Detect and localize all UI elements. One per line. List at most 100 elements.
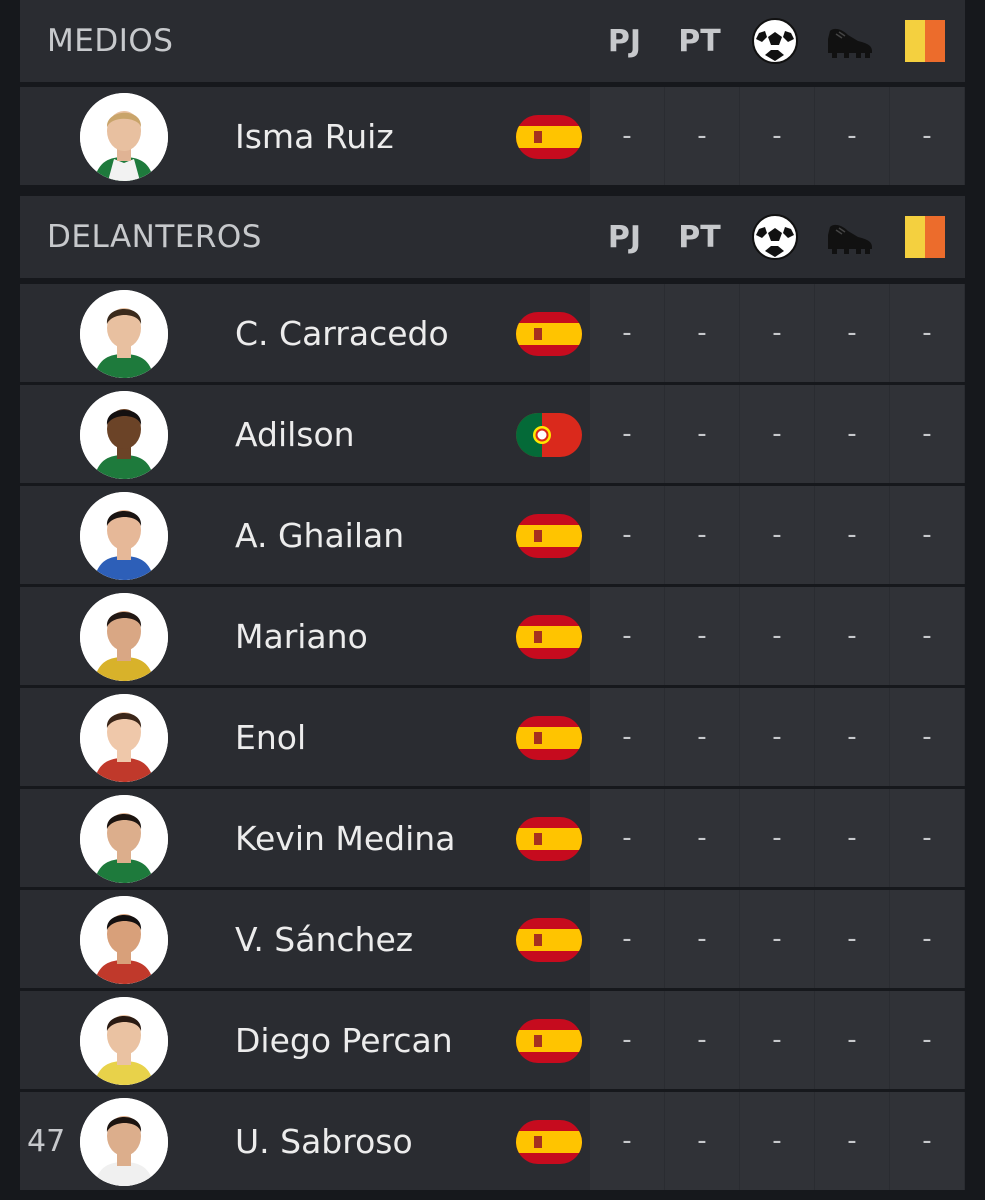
stat-pt: - bbox=[665, 991, 739, 1089]
stat-pt: - bbox=[665, 1092, 739, 1190]
section-title: DELANTEROS bbox=[47, 219, 262, 255]
soccer-ball-icon[interactable] bbox=[737, 0, 812, 82]
player-row[interactable]: Isma Ruiz - - - - - bbox=[20, 87, 965, 185]
spain-flag-icon bbox=[516, 817, 582, 861]
player-row[interactable]: Diego Percan - - - - - bbox=[20, 991, 965, 1089]
stat-goals: - bbox=[740, 587, 814, 685]
stat-pt: - bbox=[665, 789, 739, 887]
spain-flag-icon bbox=[516, 1019, 582, 1063]
player-avatar bbox=[80, 997, 168, 1085]
spain-flag-icon bbox=[516, 312, 582, 356]
stat-goals: - bbox=[740, 789, 814, 887]
player-avatar bbox=[80, 93, 168, 181]
stat-assists: - bbox=[815, 284, 889, 382]
stat-goals: - bbox=[740, 486, 814, 584]
player-avatar bbox=[80, 391, 168, 479]
player-avatar bbox=[80, 795, 168, 883]
stat-pj: - bbox=[590, 284, 664, 382]
player-avatar bbox=[80, 1098, 168, 1186]
player-row[interactable]: V. Sánchez - - - - - bbox=[20, 890, 965, 988]
spain-flag-icon bbox=[516, 115, 582, 159]
col-header-pj[interactable]: PJ bbox=[587, 196, 662, 278]
player-row[interactable]: 47 U. Sabroso - - - - - bbox=[20, 1092, 965, 1190]
stat-assists: - bbox=[815, 890, 889, 988]
stat-pt: - bbox=[665, 688, 739, 786]
player-name[interactable]: Enol bbox=[235, 688, 306, 786]
section-header-medios: MEDIOS PJ PT bbox=[20, 0, 965, 82]
stat-assists: - bbox=[815, 789, 889, 887]
spain-flag-icon bbox=[516, 918, 582, 962]
stat-pt: - bbox=[665, 587, 739, 685]
stat-cards: - bbox=[890, 789, 964, 887]
squad-stats-table: MEDIOS PJ PT Isma Ruiz - - - - - DELANTE… bbox=[0, 0, 985, 1200]
stat-pt: - bbox=[665, 284, 739, 382]
stat-pt: - bbox=[665, 385, 739, 483]
stat-cards: - bbox=[890, 87, 964, 185]
stat-assists: - bbox=[815, 486, 889, 584]
stat-pt: - bbox=[665, 486, 739, 584]
spain-flag-icon bbox=[516, 1120, 582, 1164]
col-header-pt[interactable]: PT bbox=[662, 0, 737, 82]
col-header-pt[interactable]: PT bbox=[662, 196, 737, 278]
stat-cards: - bbox=[890, 385, 964, 483]
player-name[interactable]: Diego Percan bbox=[235, 991, 453, 1089]
stat-cards: - bbox=[890, 284, 964, 382]
stat-goals: - bbox=[740, 1092, 814, 1190]
player-avatar bbox=[80, 896, 168, 984]
stat-goals: - bbox=[740, 87, 814, 185]
stat-assists: - bbox=[815, 1092, 889, 1190]
section-title: MEDIOS bbox=[47, 23, 174, 59]
spain-flag-icon bbox=[516, 615, 582, 659]
yellow-red-card-icon[interactable] bbox=[887, 196, 962, 278]
football-boot-icon[interactable] bbox=[812, 0, 887, 82]
player-number: 47 bbox=[27, 1123, 66, 1159]
stat-pj: - bbox=[590, 587, 664, 685]
stat-assists: - bbox=[815, 385, 889, 483]
stat-pj: - bbox=[590, 890, 664, 988]
soccer-ball-icon[interactable] bbox=[737, 196, 812, 278]
stat-assists: - bbox=[815, 87, 889, 185]
player-row[interactable]: Mariano - - - - - bbox=[20, 587, 965, 685]
stat-pj: - bbox=[590, 1092, 664, 1190]
player-name[interactable]: Mariano bbox=[235, 587, 368, 685]
stat-assists: - bbox=[815, 587, 889, 685]
player-name[interactable]: C. Carracedo bbox=[235, 284, 449, 382]
stat-cards: - bbox=[890, 486, 964, 584]
player-row[interactable]: A. Ghailan - - - - - bbox=[20, 486, 965, 584]
stat-pj: - bbox=[590, 385, 664, 483]
stat-pj: - bbox=[590, 991, 664, 1089]
player-name[interactable]: Kevin Medina bbox=[235, 789, 455, 887]
stat-goals: - bbox=[740, 385, 814, 483]
player-row[interactable]: C. Carracedo - - - - - bbox=[20, 284, 965, 382]
player-name[interactable]: U. Sabroso bbox=[235, 1092, 413, 1190]
stat-pt: - bbox=[665, 87, 739, 185]
yellow-red-card-icon[interactable] bbox=[887, 0, 962, 82]
player-name[interactable]: V. Sánchez bbox=[235, 890, 413, 988]
col-header-pj[interactable]: PJ bbox=[587, 0, 662, 82]
player-name[interactable]: Adilson bbox=[235, 385, 355, 483]
player-avatar bbox=[80, 492, 168, 580]
stat-goals: - bbox=[740, 284, 814, 382]
player-row[interactable]: Kevin Medina - - - - - bbox=[20, 789, 965, 887]
player-name[interactable]: Isma Ruiz bbox=[235, 87, 394, 185]
player-name[interactable]: A. Ghailan bbox=[235, 486, 404, 584]
player-row[interactable]: Adilson - - - - - bbox=[20, 385, 965, 483]
player-avatar bbox=[80, 694, 168, 782]
stat-goals: - bbox=[740, 688, 814, 786]
stat-goals: - bbox=[740, 991, 814, 1089]
player-avatar bbox=[80, 290, 168, 378]
player-row[interactable]: Enol - - - - - bbox=[20, 688, 965, 786]
spain-flag-icon bbox=[516, 514, 582, 558]
stat-cards: - bbox=[890, 890, 964, 988]
stat-pt: - bbox=[665, 890, 739, 988]
stat-cards: - bbox=[890, 1092, 964, 1190]
football-boot-icon[interactable] bbox=[812, 196, 887, 278]
stat-cards: - bbox=[890, 587, 964, 685]
stat-pj: - bbox=[590, 87, 664, 185]
stat-pj: - bbox=[590, 486, 664, 584]
player-avatar bbox=[80, 593, 168, 681]
stat-cards: - bbox=[890, 688, 964, 786]
stat-goals: - bbox=[740, 890, 814, 988]
stat-pj: - bbox=[590, 688, 664, 786]
stat-assists: - bbox=[815, 688, 889, 786]
